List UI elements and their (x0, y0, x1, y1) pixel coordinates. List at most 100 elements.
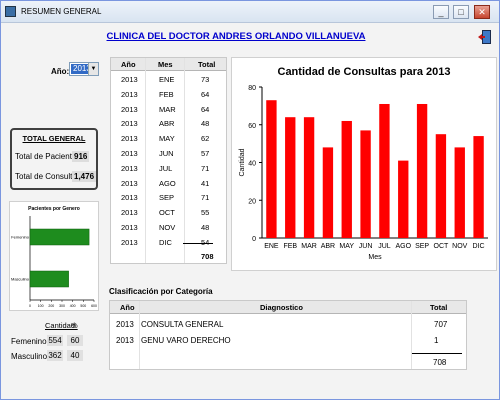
category-label: Masculino (11, 277, 30, 282)
title-bar: RESUMEN GENERAL _ □ ✕ (1, 1, 499, 23)
year-label: Año: (51, 67, 70, 76)
table-cell: 2013 (121, 119, 138, 129)
patients-value: 916 (72, 151, 90, 162)
x-tick-label: 200 (48, 304, 54, 308)
category-title: Clasificación por Categoría (109, 287, 213, 296)
col-header-year: Año (120, 303, 135, 312)
category-label: Femenino (11, 235, 30, 240)
column-divider (411, 301, 412, 369)
table-cell: 2013 (121, 178, 138, 188)
table-cell: 1 (434, 336, 439, 345)
gender-bar-chart: Pacientes por Genero Femenino Masculino 0 10… (11, 206, 97, 308)
bar-abr (322, 147, 334, 238)
bar-may (341, 120, 352, 238)
close-button[interactable]: ✕ (474, 5, 490, 19)
table-cell: 2013 (121, 208, 138, 218)
male-label: Masculino: (11, 352, 50, 361)
col-header-diagnosis: Diagnostico (260, 303, 303, 312)
chevron-down-icon[interactable]: ▼ (88, 63, 98, 75)
bar-dic (473, 136, 484, 238)
x-tick-label: 100 (38, 304, 44, 308)
female-label: Femenino: (11, 337, 49, 346)
x-tick-label: FEB (283, 243, 297, 250)
bar-ago (398, 160, 409, 238)
category-table-header: Año Diagnostico Total (110, 301, 466, 314)
col-header-year: Año (121, 60, 136, 69)
table-cell: 55 (201, 208, 210, 218)
gender-chart-title: Pacientes por Genero (28, 206, 80, 212)
year-select[interactable]: 2013 ▼ (69, 62, 99, 76)
table-cell: 2013 (116, 320, 134, 329)
consults-value: 1,476 (72, 171, 97, 182)
bar-sep (416, 103, 428, 238)
gender-chart: Pacientes por Genero Femenino Masculino 0 10… (9, 201, 99, 311)
maximize-button[interactable]: □ (453, 5, 469, 19)
table-cell: OCT (159, 208, 175, 218)
y-tick-label: 20 (248, 198, 256, 205)
table-cell: SEP (159, 193, 175, 203)
monthly-table-header: Año Mes Total (111, 58, 226, 71)
table-cell: 2013 (121, 104, 138, 114)
y-tick-label: 0 (252, 236, 256, 243)
minimize-button[interactable]: _ (433, 5, 449, 19)
table-cell: 2013 (121, 75, 138, 84)
table-cell: 71 (201, 193, 210, 203)
bar-jun (360, 130, 371, 238)
x-tick-label: AGO (395, 243, 411, 250)
window-title: RESUMEN GENERAL (21, 7, 102, 16)
chart-title: Cantidad de Consultas para 2013 (278, 66, 451, 78)
table-cell: 62 (201, 134, 210, 144)
col-header-total: Total (430, 303, 448, 312)
monthly-total: 708 (201, 252, 214, 261)
main-window: RESUMEN GENERAL _ □ ✕ CLINICA DEL DOCTOR… (0, 0, 500, 400)
table-cell: 57 (201, 149, 210, 158)
table-cell: FEB (159, 89, 174, 99)
column-divider (184, 58, 185, 263)
x-tick-label: MAR (301, 243, 317, 250)
app-icon (5, 6, 16, 17)
table-cell: 64 (201, 89, 210, 99)
bar-nov (454, 147, 465, 238)
monthly-table: Año Mes Total 2013 ENE 73 2013 FEB 64 2013 MAR 6… (110, 57, 227, 264)
summary-title: TOTAL GENERAL (22, 134, 86, 143)
x-tick-label: DIC (473, 243, 485, 250)
bar-mar (303, 117, 315, 238)
female-pct: 60 (67, 335, 83, 346)
table-cell: 2013 (121, 237, 138, 247)
pct-header: % (71, 321, 78, 330)
y-tick-label: 40 (248, 161, 256, 168)
male-qty: 362 (47, 350, 63, 361)
category-total: 708 (433, 358, 447, 367)
table-cell: MAY (159, 134, 175, 144)
table-cell: 2013 (121, 163, 138, 173)
table-cell: ABR (159, 119, 175, 129)
summary-box: TOTAL GENERAL Total de Pacientes: 916 To… (10, 128, 98, 190)
table-cell: GENU VARO DERECHO (141, 336, 231, 345)
table-cell: 2013 (121, 134, 138, 144)
x-tick-label: SEP (415, 243, 429, 250)
table-cell: NOV (159, 223, 176, 232)
consultations-chart: Cantidad de Consultas para 2013 0 20 40 60 80… (231, 57, 497, 271)
x-tick-label: MAY (339, 243, 354, 250)
consultations-bar-chart: Cantidad de Consultas para 2013 0 20 40 60 80… (239, 66, 488, 261)
y-tick-label: 80 (248, 85, 256, 92)
col-header-month: Mes (158, 60, 173, 69)
x-tick-label: 500 (80, 304, 86, 308)
bar-oct (435, 134, 447, 238)
bar-masculino (29, 270, 69, 288)
x-tick-label: ABR (321, 243, 335, 250)
table-cell: 71 (201, 163, 210, 173)
table-cell: 73 (201, 75, 210, 84)
table-cell: 2013 (121, 193, 138, 203)
x-axis-label: Mes (368, 254, 382, 261)
bar-ene (266, 100, 277, 239)
exit-door-icon[interactable] (477, 29, 493, 45)
table-cell: DIC (159, 237, 172, 247)
bar-jul (379, 103, 390, 238)
bar-feb (285, 117, 296, 238)
bar-femenino (29, 228, 90, 246)
table-cell: MAR (159, 104, 176, 114)
y-axis-label: Cantidad (239, 148, 246, 176)
x-tick-label: JUN (359, 243, 373, 250)
total-underline (412, 353, 462, 354)
